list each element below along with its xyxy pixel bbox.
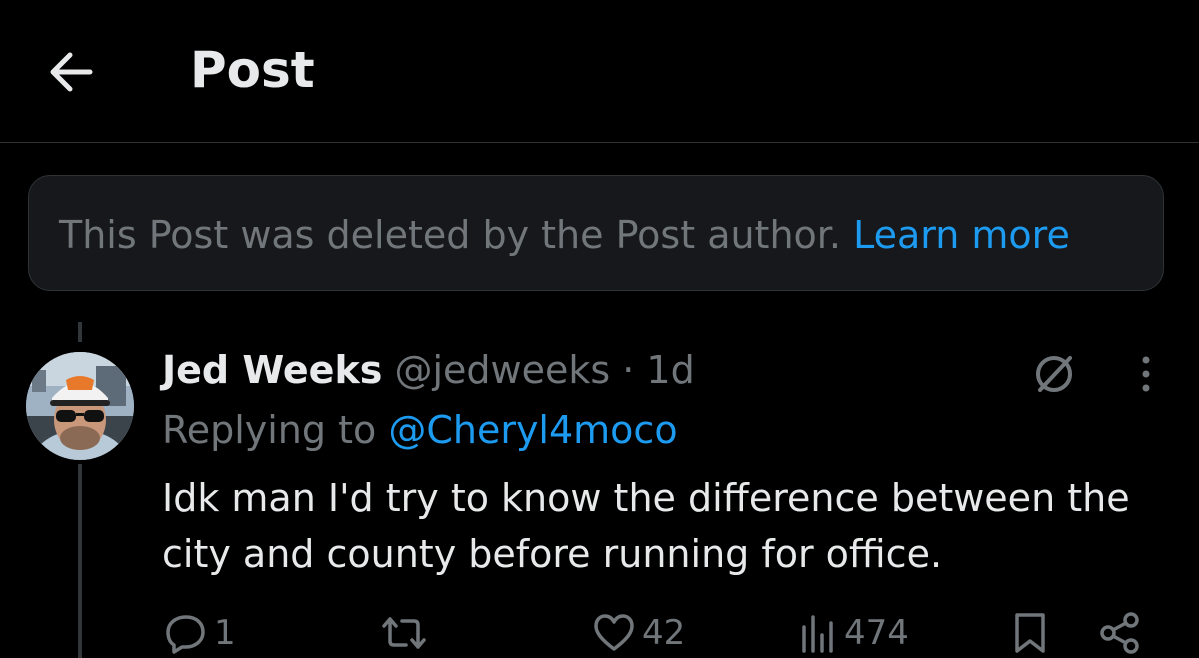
avatar-image [26, 352, 134, 460]
back-button[interactable] [40, 42, 100, 102]
repost-button[interactable] [380, 608, 428, 658]
share-icon [1100, 612, 1139, 654]
like-count: 42 [642, 613, 686, 653]
views-button[interactable]: 474 [798, 608, 909, 658]
replying-to-mention[interactable]: @Cheryl4moco [388, 408, 677, 452]
repost-icon [382, 617, 426, 649]
page-title: Post [190, 41, 315, 99]
separator-dot: · [622, 348, 635, 392]
like-button[interactable]: 42 [592, 608, 685, 658]
like-icon [594, 614, 634, 651]
bookmark-button[interactable] [1010, 608, 1050, 658]
more-vertical-icon [1142, 356, 1150, 392]
more-options-button[interactable] [1126, 350, 1166, 398]
notice-text-line: This Post was deleted by the Post author… [59, 212, 1070, 258]
thread-connector [78, 322, 82, 342]
learn-more-link[interactable]: Learn more [853, 213, 1070, 257]
top-bar: Post [0, 0, 1199, 143]
post-header: Jed Weeks @jedweeks · 1d [162, 346, 695, 394]
avatar[interactable] [26, 352, 134, 460]
reply-button[interactable]: 1 [164, 608, 236, 658]
replying-to-line: Replying to @Cheryl4moco [162, 406, 678, 454]
author-name[interactable]: Jed Weeks [162, 348, 382, 392]
replying-label: Replying to [162, 408, 377, 452]
reply-icon [166, 615, 205, 654]
share-button[interactable] [1098, 608, 1142, 658]
grok-button[interactable] [1030, 350, 1078, 398]
post-time[interactable]: 1d [646, 348, 694, 392]
notice-text: This Post was deleted by the Post author… [59, 213, 842, 257]
arrow-left-icon [50, 52, 93, 92]
deleted-post-notice: This Post was deleted by the Post author… [28, 175, 1164, 291]
view-count: 474 [844, 613, 909, 653]
reply-count: 1 [214, 613, 236, 653]
grok-icon [1036, 356, 1072, 392]
author-handle[interactable]: @jedweeks [394, 348, 610, 392]
action-bar: 1 42 474 [0, 608, 1199, 658]
views-icon [802, 615, 833, 653]
post-text: Idk man I'd try to know the difference b… [162, 476, 1130, 576]
bookmark-icon [1015, 613, 1045, 653]
